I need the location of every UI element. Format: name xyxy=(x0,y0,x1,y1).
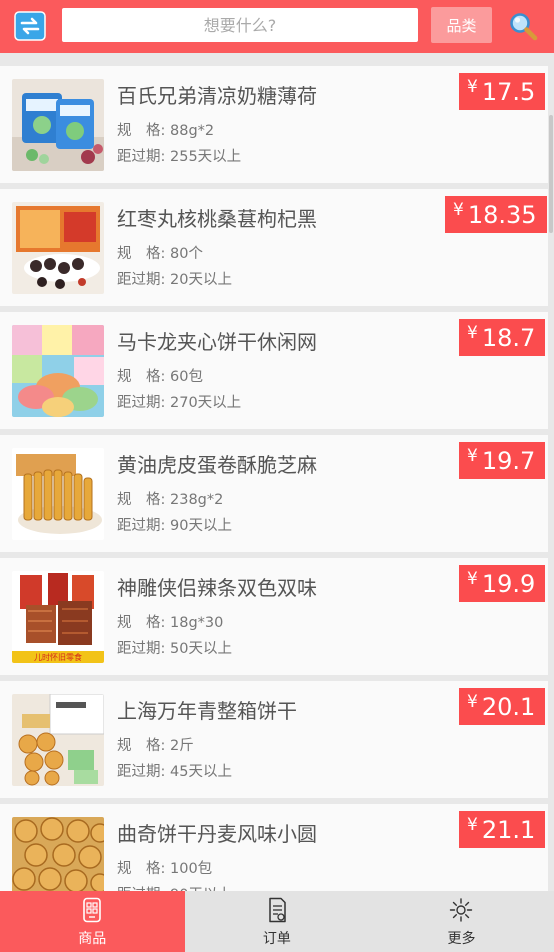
product-expiry: 距过期: 45天以上 xyxy=(117,764,232,780)
price-tag: ¥18.35 xyxy=(445,196,547,233)
price-value: 21.1 xyxy=(481,815,536,844)
price-value: 19.9 xyxy=(481,569,536,598)
top-bar: 品类 xyxy=(0,0,554,53)
scrollbar[interactable] xyxy=(549,115,553,233)
price-tag: ¥17.5 xyxy=(459,73,546,110)
product-card[interactable]: 马卡龙夹心饼干休闲网 规 格: 60包 距过期: 270天以上 ¥18.7 xyxy=(0,312,548,429)
product-card[interactable]: 百氏兄弟清凉奶糖薄荷 规 格: 88g*2 距过期: 255天以上 ¥17.5 xyxy=(0,66,548,183)
price-value: 17.5 xyxy=(481,77,536,106)
app-root: 品类 xyxy=(0,0,554,952)
product-image xyxy=(12,202,104,294)
product-expiry: 距过期: 90天以上 xyxy=(117,883,232,891)
product-list[interactable]: 百氏兄弟清凉奶糖薄荷 规 格: 88g*2 距过期: 255天以上 ¥17.5 xyxy=(0,53,554,891)
product-image xyxy=(12,448,104,540)
bottom-tab-bar: 商品 订单 更多 xyxy=(0,891,554,952)
product-title: 上海万年青整箱饼干 xyxy=(117,699,297,723)
product-image xyxy=(12,694,104,786)
product-image xyxy=(12,325,104,417)
goods-icon xyxy=(83,897,102,923)
price-value: 20.1 xyxy=(481,692,536,721)
product-expiry: 距过期: 90天以上 xyxy=(117,518,232,534)
product-card[interactable]: 黄油虎皮蛋卷酥脆芝麻 规 格: 238g*2 距过期: 90天以上 ¥19.7 xyxy=(0,435,548,552)
currency-symbol: ¥ xyxy=(467,815,478,835)
product-expiry: 距过期: 255天以上 xyxy=(117,149,242,165)
product-image xyxy=(12,79,104,171)
currency-symbol: ¥ xyxy=(467,692,478,712)
product-image: 儿时怀旧零食 xyxy=(12,571,104,663)
product-card[interactable]: 上海万年青整箱饼干 规 格: 2斤 距过期: 45天以上 ¥20.1 xyxy=(0,681,548,798)
currency-symbol: ¥ xyxy=(467,446,478,466)
currency-symbol: ¥ xyxy=(467,569,478,589)
tab-label: 商品 xyxy=(78,931,107,947)
product-expiry: 距过期: 50天以上 xyxy=(117,641,232,657)
currency-symbol: ¥ xyxy=(467,77,478,97)
product-title: 百氏兄弟清凉奶糖薄荷 xyxy=(117,84,317,108)
price-tag: ¥19.7 xyxy=(459,442,546,479)
product-spec: 规 格: 88g*2 xyxy=(117,123,215,139)
price-value: 19.7 xyxy=(481,446,536,475)
product-spec: 规 格: 238g*2 xyxy=(117,492,224,508)
price-tag: ¥18.7 xyxy=(459,319,546,356)
category-button[interactable]: 品类 xyxy=(431,7,492,43)
product-spec: 规 格: 2斤 xyxy=(117,738,194,754)
tab-goods[interactable]: 商品 xyxy=(0,891,185,952)
product-title: 马卡龙夹心饼干休闲网 xyxy=(117,330,317,354)
price-tag: ¥20.1 xyxy=(459,688,546,725)
product-spec: 规 格: 18g*30 xyxy=(117,615,224,631)
product-spec: 规 格: 100包 xyxy=(117,861,213,877)
product-card[interactable]: 曲奇饼干丹麦风味小圆 规 格: 100包 距过期: 90天以上 ¥21.1 xyxy=(0,804,548,891)
product-card[interactable]: 红枣丸核桃桑葚枸杞黑 规 格: 80个 距过期: 20天以上 ¥18.35 xyxy=(0,189,548,306)
price-tag: ¥19.9 xyxy=(459,565,546,602)
price-tag: ¥21.1 xyxy=(459,811,546,848)
refresh-icon xyxy=(14,11,46,41)
product-title: 曲奇饼干丹麦风味小圆 xyxy=(117,822,317,846)
magnifier-icon xyxy=(510,13,538,41)
product-banner: 儿时怀旧零食 xyxy=(34,652,82,662)
product-expiry: 距过期: 20天以上 xyxy=(117,272,232,288)
tab-label: 订单 xyxy=(262,931,291,947)
search-input[interactable] xyxy=(62,8,418,42)
refresh-button[interactable] xyxy=(14,11,46,41)
product-card[interactable]: 儿时怀旧零食 神雕侠侣辣条双色双味 规 格: 18g*30 距过期: 50天以上… xyxy=(0,558,548,675)
product-title: 黄油虎皮蛋卷酥脆芝麻 xyxy=(117,453,317,477)
currency-symbol: ¥ xyxy=(453,200,464,220)
product-spec: 规 格: 60包 xyxy=(117,369,203,385)
more-icon xyxy=(450,898,473,922)
tab-label: 更多 xyxy=(447,931,476,947)
product-expiry: 距过期: 270天以上 xyxy=(117,395,242,411)
currency-symbol: ¥ xyxy=(467,323,478,343)
search-button[interactable] xyxy=(508,11,538,41)
product-image xyxy=(12,817,104,891)
product-spec: 规 格: 80个 xyxy=(117,246,203,262)
price-value: 18.7 xyxy=(481,323,536,352)
tab-more[interactable]: 更多 xyxy=(369,891,554,952)
tab-orders[interactable]: 订单 xyxy=(185,891,370,952)
product-title: 红枣丸核桃桑葚枸杞黑 xyxy=(117,207,317,231)
order-icon xyxy=(269,897,286,923)
product-title: 神雕侠侣辣条双色双味 xyxy=(117,576,317,600)
price-value: 18.35 xyxy=(467,200,537,229)
